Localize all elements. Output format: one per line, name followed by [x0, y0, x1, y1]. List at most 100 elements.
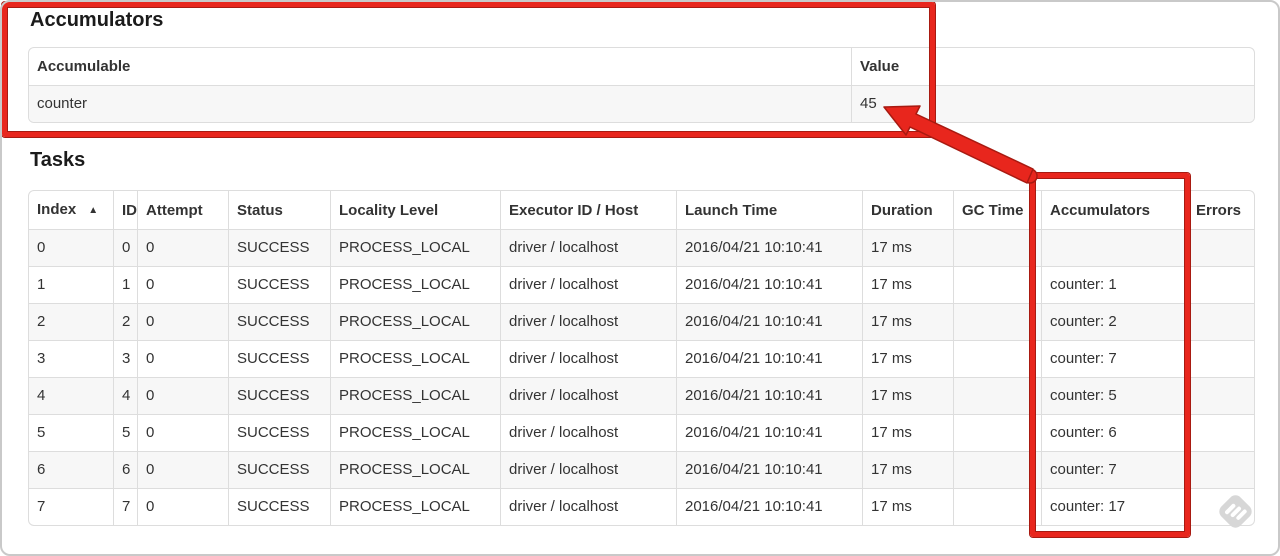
- table-cell: [1188, 304, 1254, 341]
- table-cell: 0: [138, 304, 229, 341]
- table-cell: counter: [29, 86, 852, 122]
- accumulable-table: Accumulable Value counter 45: [28, 47, 1255, 123]
- tasks-heading: Tasks: [30, 149, 86, 171]
- table-cell: 17 ms: [863, 489, 954, 525]
- column-header-index[interactable]: Index ▲: [29, 191, 114, 230]
- table-cell: SUCCESS: [229, 304, 331, 341]
- column-header-locality-level[interactable]: Locality Level: [331, 191, 501, 230]
- table-cell: 7: [29, 489, 114, 525]
- table-cell: 0: [138, 378, 229, 415]
- column-header-status[interactable]: Status: [229, 191, 331, 230]
- table-cell: driver / localhost: [501, 489, 677, 525]
- table-cell: counter: 7: [1042, 452, 1188, 489]
- table-row: 4 4 0 SUCCESS PROCESS_LOCAL driver / localhos…: [29, 378, 1254, 415]
- table-cell: [954, 304, 1042, 341]
- table-cell: driver / localhost: [501, 304, 677, 341]
- table-row: counter 45: [29, 86, 1254, 122]
- table-cell: 0: [138, 267, 229, 304]
- table-cell: 0: [29, 230, 114, 267]
- table-cell: PROCESS_LOCAL: [331, 304, 501, 341]
- table-row: 7 7 0 SUCCESS PROCESS_LOCAL driver / localhos…: [29, 489, 1254, 525]
- table-cell: SUCCESS: [229, 267, 331, 304]
- table-row: 3 3 0 SUCCESS PROCESS_LOCAL driver / localhos…: [29, 341, 1254, 378]
- table-cell: SUCCESS: [229, 452, 331, 489]
- table-cell: counter: 17: [1042, 489, 1188, 525]
- table-cell: 0: [114, 230, 138, 267]
- table-cell: 17 ms: [863, 230, 954, 267]
- accumulators-heading: Accumulators: [30, 9, 164, 31]
- table-cell: SUCCESS: [229, 415, 331, 452]
- table-cell: 17 ms: [863, 415, 954, 452]
- table-cell: [954, 378, 1042, 415]
- table-cell: 3: [114, 341, 138, 378]
- column-header-duration[interactable]: Duration: [863, 191, 954, 230]
- table-cell: 3: [29, 341, 114, 378]
- table-cell: 17 ms: [863, 452, 954, 489]
- table-cell: [954, 452, 1042, 489]
- table-cell: driver / localhost: [501, 341, 677, 378]
- tasks-table: Index ▲ ID Attempt Status Locality Level …: [28, 190, 1255, 526]
- column-header-id[interactable]: ID: [114, 191, 138, 230]
- table-cell: PROCESS_LOCAL: [331, 452, 501, 489]
- table-cell: 6: [114, 452, 138, 489]
- table-cell: [954, 341, 1042, 378]
- table-cell: PROCESS_LOCAL: [331, 378, 501, 415]
- column-header-accumulators[interactable]: Accumulators: [1042, 191, 1188, 230]
- table-cell: [1188, 378, 1254, 415]
- table-cell: [954, 230, 1042, 267]
- table-cell: 2016/04/21 10:10:41: [677, 267, 863, 304]
- table-cell: 17 ms: [863, 267, 954, 304]
- table-cell: PROCESS_LOCAL: [331, 341, 501, 378]
- table-cell: 0: [138, 489, 229, 525]
- column-header-launch-time[interactable]: Launch Time: [677, 191, 863, 230]
- column-header-accumulable[interactable]: Accumulable: [29, 48, 852, 86]
- table-header-row: Accumulable Value: [29, 48, 1254, 86]
- table-cell: counter: 5: [1042, 378, 1188, 415]
- table-cell: 45: [852, 86, 1254, 122]
- sort-ascending-icon: ▲: [88, 205, 99, 216]
- table-cell: 2016/04/21 10:10:41: [677, 304, 863, 341]
- table-cell: [1188, 341, 1254, 378]
- table-cell: [1188, 230, 1254, 267]
- table-row: 6 6 0 SUCCESS PROCESS_LOCAL driver / localhos…: [29, 452, 1254, 489]
- table-cell: 5: [29, 415, 114, 452]
- table-row: 5 5 0 SUCCESS PROCESS_LOCAL driver / localhos…: [29, 415, 1254, 452]
- table-cell: 5: [114, 415, 138, 452]
- table-cell: 0: [138, 415, 229, 452]
- column-header-gc-time[interactable]: GC Time: [954, 191, 1042, 230]
- column-header-errors[interactable]: Errors: [1188, 191, 1254, 230]
- table-cell: driver / localhost: [501, 267, 677, 304]
- table-cell: driver / localhost: [501, 378, 677, 415]
- table-cell: 1: [114, 267, 138, 304]
- table-cell: [954, 267, 1042, 304]
- table-cell: [954, 489, 1042, 525]
- table-cell: 0: [138, 230, 229, 267]
- table-row: 1 1 0 SUCCESS PROCESS_LOCAL driver / localhos…: [29, 267, 1254, 304]
- table-cell: 0: [138, 452, 229, 489]
- column-header-value[interactable]: Value: [852, 48, 1254, 86]
- table-cell: counter: 7: [1042, 341, 1188, 378]
- column-header-executor-id-host[interactable]: Executor ID / Host: [501, 191, 677, 230]
- table-cell: driver / localhost: [501, 452, 677, 489]
- table-cell: 17 ms: [863, 378, 954, 415]
- table-cell: SUCCESS: [229, 230, 331, 267]
- table-cell: counter: 1: [1042, 267, 1188, 304]
- table-cell: SUCCESS: [229, 341, 331, 378]
- table-cell: 4: [29, 378, 114, 415]
- table-header-row: Index ▲ ID Attempt Status Locality Level …: [29, 191, 1254, 230]
- table-row: 0 0 0 SUCCESS PROCESS_LOCAL driver / localhos…: [29, 230, 1254, 267]
- column-header-attempt[interactable]: Attempt: [138, 191, 229, 230]
- table-cell: [1188, 415, 1254, 452]
- table-cell: 1: [29, 267, 114, 304]
- table-cell: [954, 415, 1042, 452]
- table-cell: 7: [114, 489, 138, 525]
- table-cell: 0: [138, 341, 229, 378]
- table-cell: driver / localhost: [501, 415, 677, 452]
- table-cell: PROCESS_LOCAL: [331, 489, 501, 525]
- table-cell: 2016/04/21 10:10:41: [677, 378, 863, 415]
- table-cell: 4: [114, 378, 138, 415]
- table-cell: 2016/04/21 10:10:41: [677, 489, 863, 525]
- table-row: 2 2 0 SUCCESS PROCESS_LOCAL driver / localhos…: [29, 304, 1254, 341]
- table-cell: driver / localhost: [501, 230, 677, 267]
- table-cell: [1188, 452, 1254, 489]
